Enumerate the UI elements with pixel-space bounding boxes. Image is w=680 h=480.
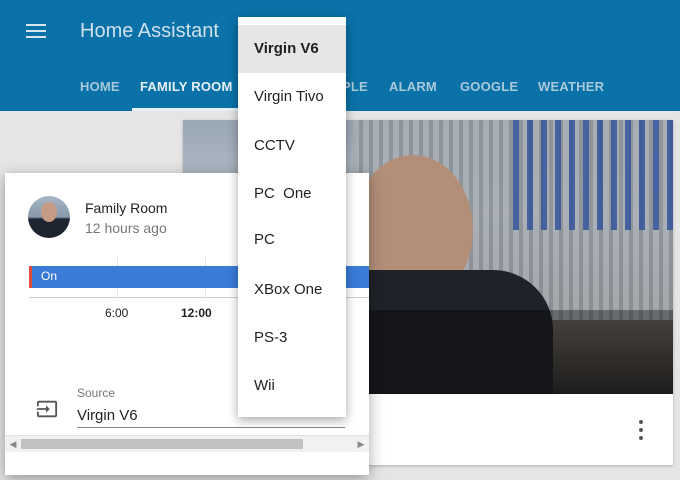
tab-home[interactable]: HOME — [80, 70, 120, 108]
timeline-marker — [29, 266, 32, 288]
timeline-tick: 6:00 — [105, 306, 129, 320]
tab-family-room[interactable]: FAMILY ROOM — [132, 70, 241, 111]
source-label: Source — [77, 386, 116, 400]
scrollbar-thumb[interactable] — [21, 439, 303, 449]
app-title: Home Assistant — [80, 20, 219, 42]
dropdown-option-ps-3[interactable]: PS-3 — [238, 314, 346, 362]
dropdown-option-pc-one[interactable]: PC One — [238, 170, 346, 218]
tab-weather[interactable]: WEATHER — [538, 70, 604, 108]
scroll-left-icon[interactable]: ◀ — [5, 436, 21, 452]
input-icon — [36, 398, 58, 420]
tab-alarm[interactable]: ALARM — [389, 70, 437, 108]
scroll-right-icon[interactable]: ▶ — [353, 436, 369, 452]
timeline-tick: 12:00 — [181, 306, 212, 320]
entity-avatar — [28, 196, 70, 238]
menu-icon[interactable] — [26, 24, 46, 38]
source-dropdown: Virgin V6 Virgin Tivo CCTV PC One PC XBo… — [238, 17, 346, 417]
dropdown-option-wii[interactable]: Wii — [238, 362, 346, 410]
dropdown-option-virgin-v6[interactable]: Virgin V6 — [238, 25, 346, 73]
entity-name: Family Room — [85, 200, 168, 216]
dropdown-option-xbox-one[interactable]: XBox One — [238, 266, 346, 314]
horizontal-scrollbar[interactable]: ◀ ▶ — [5, 435, 369, 452]
timeline-state-label: On — [41, 269, 58, 283]
more-vert-icon[interactable] — [638, 420, 644, 444]
entity-last-changed: 12 hours ago — [85, 220, 167, 236]
dropdown-option-cctv[interactable]: CCTV — [238, 122, 346, 170]
tab-google[interactable]: GOOGLE — [460, 70, 518, 108]
dropdown-option-virgin-tivo[interactable]: Virgin Tivo — [238, 73, 346, 121]
dropdown-option-pc[interactable]: PC — [238, 216, 346, 264]
